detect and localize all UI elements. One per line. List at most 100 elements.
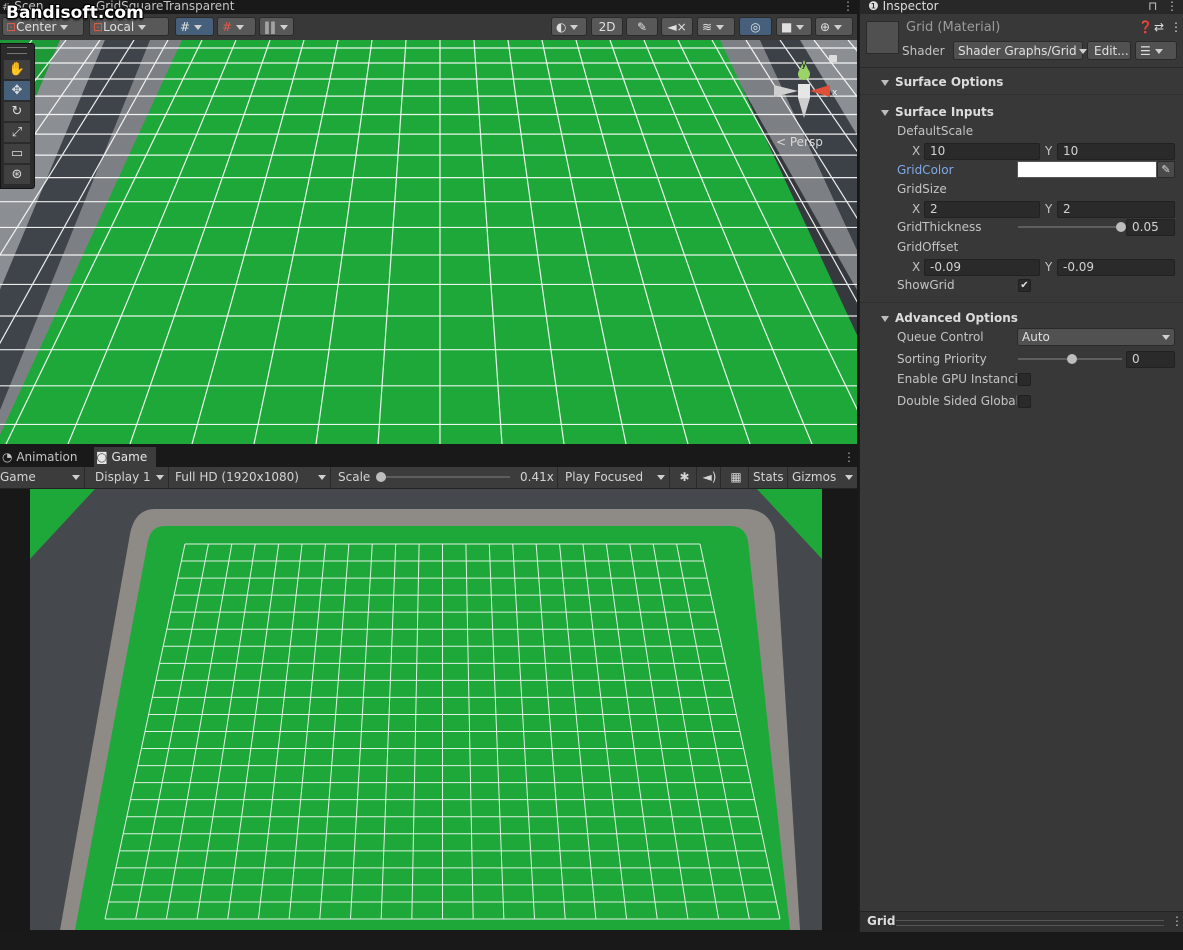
- layers-icon: ≋: [702, 20, 713, 34]
- surface-inputs-label: Surface Inputs: [895, 105, 994, 119]
- preview-drag-handle[interactable]: [896, 920, 1164, 926]
- default-scale-y-field[interactable]: 10: [1057, 143, 1175, 160]
- material-preview-bar[interactable]: Grid ⋮: [860, 911, 1183, 932]
- transform-icon: ⊛: [11, 167, 23, 182]
- mute-audio-button[interactable]: ◄): [699, 467, 721, 488]
- inspector-panel: ❶ Inspector ⊓ ⋮ Grid (Material) ❓ ⇄ ⋮ Sh…: [859, 0, 1183, 950]
- grid-thickness-field[interactable]: 0.05: [1126, 219, 1175, 236]
- scene-tab-menu-icon[interactable]: ⋮: [842, 0, 854, 14]
- component-menu-icon[interactable]: ⋮: [1170, 20, 1182, 34]
- rect-transform-icon: ▭: [10, 146, 24, 161]
- frame-debugger-button[interactable]: ✱: [673, 467, 697, 488]
- game-tab-menu-icon[interactable]: ⋮: [841, 447, 855, 467]
- chevron-down-icon: [72, 475, 80, 480]
- preview-menu-icon[interactable]: ⋮: [1171, 914, 1183, 928]
- advanced-options-header[interactable]: Advanced Options: [860, 308, 1183, 328]
- surface-options-header[interactable]: Surface Options: [860, 72, 1183, 92]
- persp-label[interactable]: < Persp: [776, 135, 823, 149]
- display-dropdown[interactable]: Display 1: [91, 467, 169, 488]
- grid-color-swatch[interactable]: [1017, 161, 1157, 178]
- queue-control-value: Auto: [1022, 330, 1050, 344]
- grid-visibility-button[interactable]: ‖‖: [259, 17, 294, 36]
- show-grid-label: ShowGrid: [897, 278, 955, 292]
- tab-inspector[interactable]: ❶ Inspector: [868, 0, 939, 13]
- help-icon[interactable]: ❓: [1138, 20, 1153, 34]
- globe-icon: ⊕: [820, 20, 831, 34]
- lock-icon[interactable]: [829, 55, 837, 62]
- scale-control: Scale 0.41x: [334, 467, 558, 488]
- game-viewport[interactable]: [0, 489, 857, 930]
- orientation-gizmo[interactable]: y x: [768, 52, 840, 132]
- stats-button[interactable]: Stats: [751, 467, 788, 488]
- advanced-options-label: Advanced Options: [895, 311, 1018, 325]
- scale-icon: ⤢: [11, 125, 23, 140]
- lighting-toggle-button[interactable]: ✎: [626, 17, 658, 36]
- checkmark-icon: ✔: [1020, 280, 1029, 291]
- scale-value: 0.41x: [520, 470, 554, 484]
- grid-size-x-field[interactable]: 2: [924, 201, 1040, 218]
- grid-thickness-label: GridThickness: [897, 220, 982, 234]
- move-tool[interactable]: ✥: [4, 81, 30, 100]
- sorting-priority-field[interactable]: 0: [1126, 351, 1175, 368]
- grid-offset-x-field[interactable]: -0.09: [924, 259, 1040, 276]
- grid-offset-y-label: Y: [1045, 260, 1053, 274]
- scale-tool[interactable]: ⤢: [4, 123, 30, 142]
- play-mode-label: Play Focused: [565, 470, 644, 484]
- chevron-down-icon: [236, 25, 245, 30]
- shader-label: Shader: [902, 44, 945, 58]
- scene-visibility-button[interactable]: ◎: [739, 17, 772, 36]
- default-scale-label: DefaultScale: [897, 124, 974, 138]
- play-mode-dropdown[interactable]: Play Focused: [561, 467, 670, 488]
- effects-button[interactable]: ≋: [697, 17, 735, 36]
- tab-game[interactable]: ◙ Game: [94, 447, 156, 467]
- toggle-2d-button[interactable]: 2D: [591, 17, 623, 36]
- increment-snap-button[interactable]: #: [217, 17, 256, 36]
- scene-viewport[interactable]: [0, 40, 857, 444]
- grid-size-y-field[interactable]: 2: [1057, 201, 1175, 218]
- increment-snap-icon: #: [222, 20, 233, 34]
- tab-animation[interactable]: ◔ Animation: [0, 447, 92, 467]
- edit-shader-button[interactable]: Edit...: [1087, 41, 1131, 60]
- scale-slider-knob[interactable]: [376, 472, 386, 482]
- lock-inspector-icon[interactable]: ⊓: [1148, 0, 1157, 13]
- gizmos-game-dropdown[interactable]: Gizmos: [790, 467, 857, 488]
- grid-size-y-label: Y: [1045, 202, 1053, 216]
- resolution-dropdown[interactable]: Full HD (1920x1080): [171, 467, 331, 488]
- chevron-down-icon: [716, 25, 725, 30]
- watermark: Bandisoft.com: [6, 3, 144, 23]
- hand-tool[interactable]: ✋: [4, 60, 30, 79]
- double-sided-gi-checkbox[interactable]: [1018, 395, 1031, 408]
- audio-toggle-button[interactable]: ◄×: [661, 17, 693, 36]
- game-tab-bar: ◔ Animation ◙ Game ⋮: [0, 447, 857, 467]
- show-grid-checkbox[interactable]: ✔: [1018, 279, 1031, 292]
- sorting-priority-slider-knob[interactable]: [1067, 354, 1077, 364]
- chevron-down-icon: [318, 475, 326, 480]
- preset-icon[interactable]: ⇄: [1154, 20, 1164, 34]
- foldout-arrow-icon: [881, 109, 889, 116]
- gizmos-scene-button[interactable]: ⊕: [815, 17, 853, 36]
- double-sided-gi-label: Double Sided Global I: [897, 394, 1017, 408]
- grid-thickness-slider-track[interactable]: [1018, 226, 1122, 228]
- camera-settings-button[interactable]: ■: [776, 17, 812, 36]
- material-options-dropdown[interactable]: ☰: [1135, 41, 1177, 60]
- queue-control-dropdown[interactable]: Auto: [1017, 328, 1175, 346]
- grid-thickness-slider-knob[interactable]: [1116, 222, 1126, 232]
- shortcuts-button[interactable]: ▦: [724, 467, 749, 488]
- palette-grip-icon[interactable]: [7, 47, 27, 54]
- grid-offset-y-field[interactable]: -0.09: [1057, 259, 1175, 276]
- speaker-icon: ◄): [702, 470, 717, 484]
- draw-mode-button[interactable]: ◐: [551, 17, 587, 36]
- rotate-tool[interactable]: ↻: [4, 102, 30, 121]
- default-scale-x-field[interactable]: 10: [924, 143, 1040, 160]
- transform-tool[interactable]: ⊛: [4, 165, 30, 184]
- shader-dropdown[interactable]: Shader Graphs/Grid: [953, 41, 1087, 60]
- game-view-dropdown[interactable]: Game: [0, 467, 85, 488]
- grid-snap-button[interactable]: #: [175, 17, 214, 36]
- scale-slider-track[interactable]: [380, 476, 510, 478]
- gpu-instancing-checkbox[interactable]: [1018, 373, 1031, 386]
- rect-tool[interactable]: ▭: [4, 144, 30, 163]
- inspector-menu-icon[interactable]: ⋮: [1166, 0, 1178, 13]
- eyedropper-button[interactable]: ✎: [1157, 161, 1175, 178]
- surface-inputs-header[interactable]: Surface Inputs: [860, 102, 1183, 122]
- chevron-down-icon: [156, 475, 164, 480]
